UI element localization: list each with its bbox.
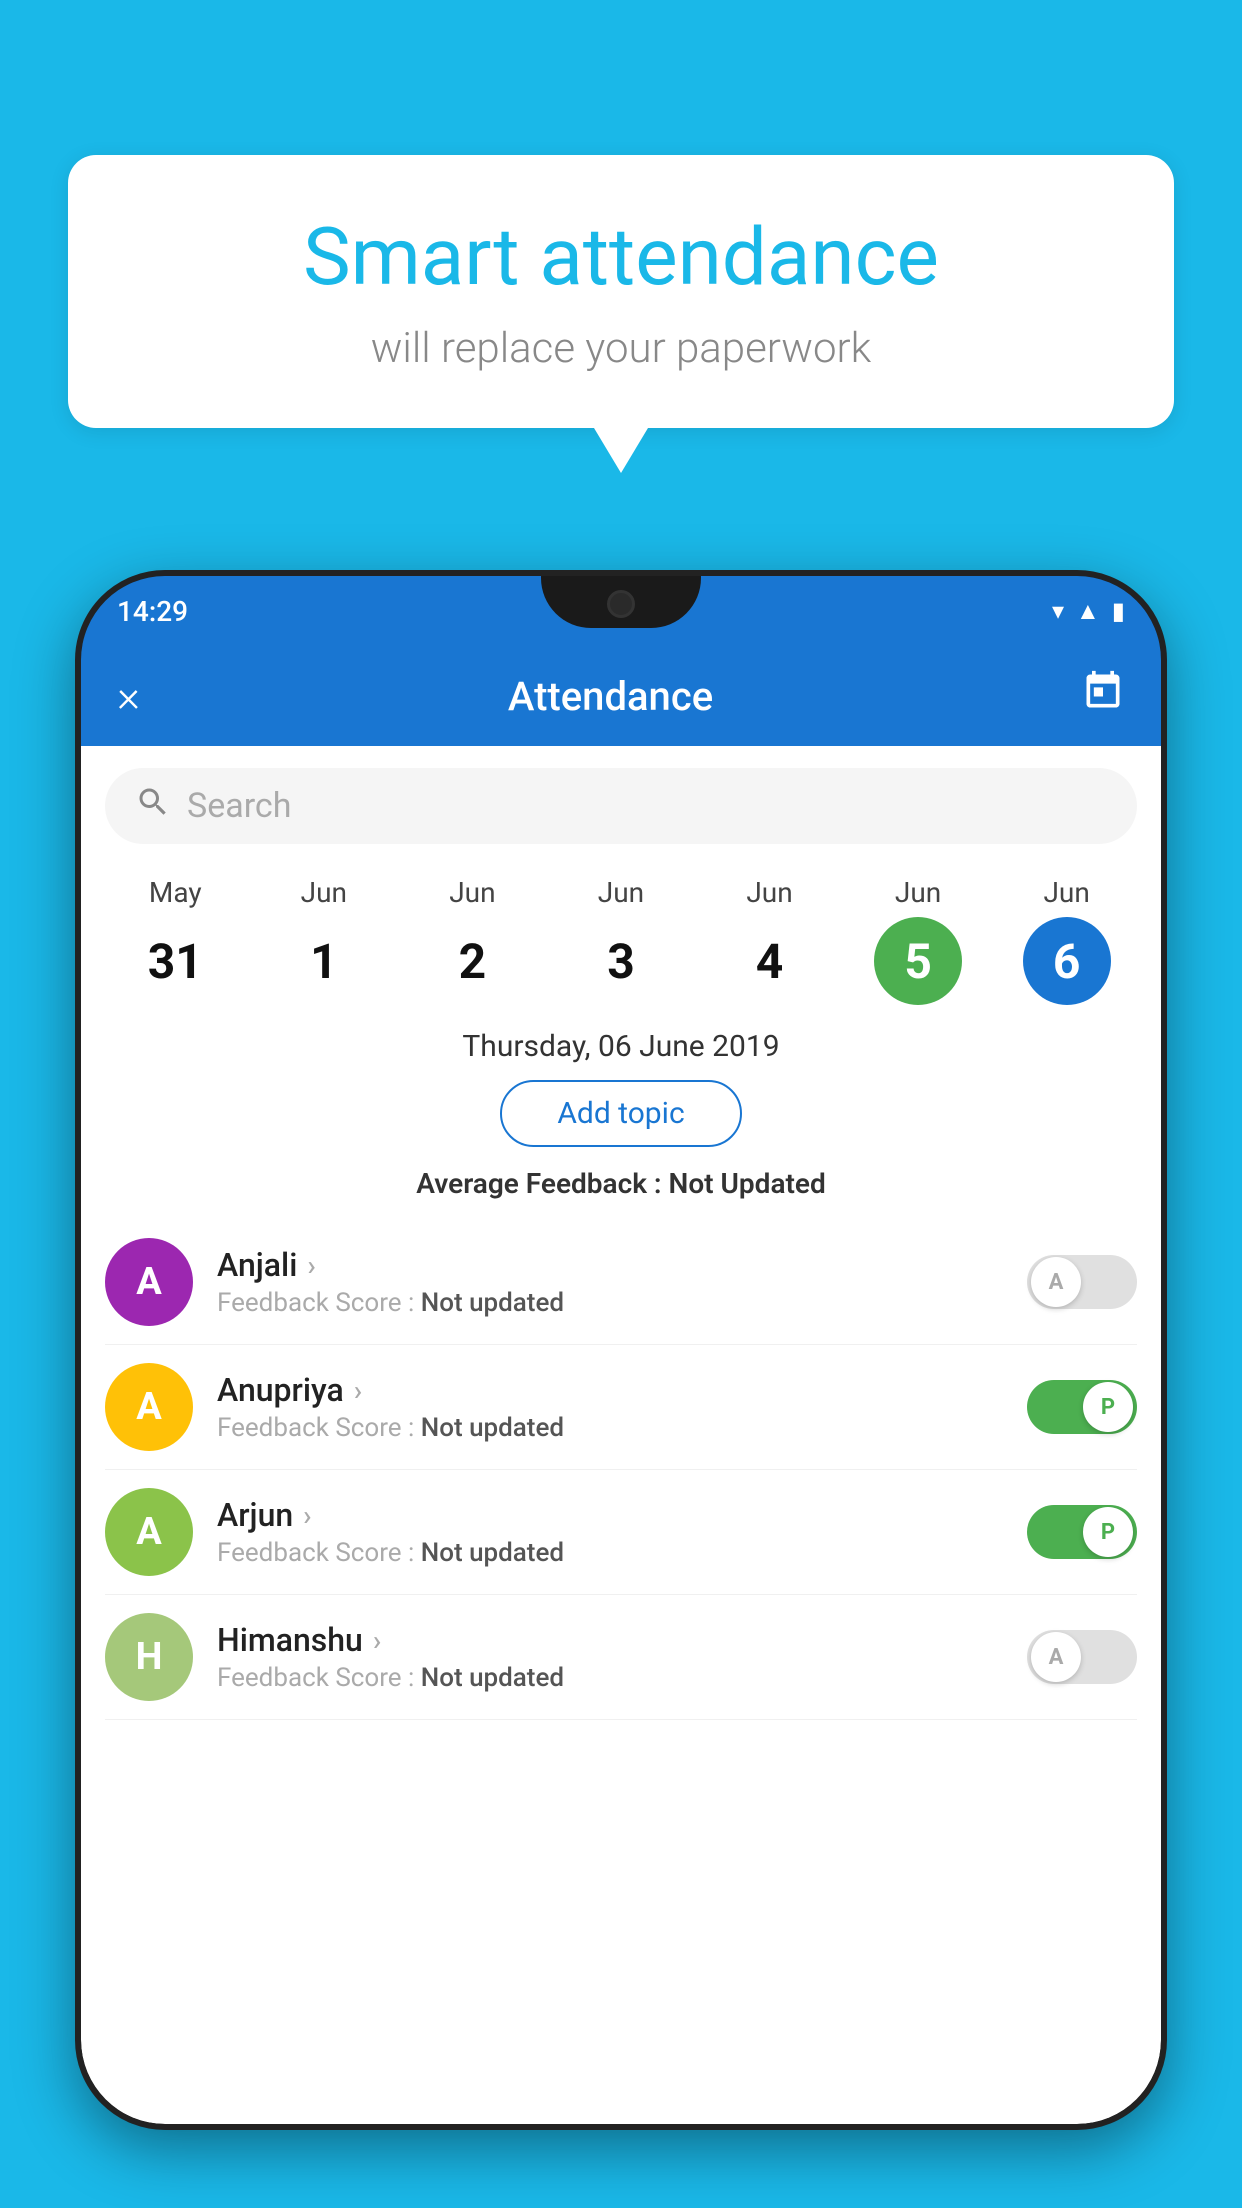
student-name-text: Anjali — [217, 1246, 297, 1284]
calendar-month-label: Jun — [746, 876, 792, 909]
add-topic-button[interactable]: Add topic — [500, 1080, 741, 1147]
student-feedback: Feedback Score : Not updated — [217, 1538, 1003, 1568]
calendar-date-label: 1 — [280, 917, 368, 1005]
search-placeholder: Search — [187, 786, 291, 826]
student-row[interactable]: A Anupriya › Feedback Score : Not updated P — [105, 1345, 1137, 1470]
calendar-date-label: 2 — [428, 917, 516, 1005]
student-name-text: Arjun — [217, 1496, 293, 1534]
chevron-right-icon: › — [354, 1374, 362, 1407]
status-icons: ▾ ▲ ▮ — [1052, 597, 1125, 626]
student-name: Anupriya › — [217, 1371, 1003, 1409]
calendar-date-label: 31 — [131, 917, 219, 1005]
calendar-day[interactable]: May 31 — [115, 876, 235, 1005]
calendar-month-label: Jun — [301, 876, 347, 909]
calendar-month-label: Jun — [1043, 876, 1089, 909]
student-row[interactable]: H Himanshu › Feedback Score : Not updated A — [105, 1595, 1137, 1720]
calendar-month-label: May — [149, 876, 202, 909]
phone-wrapper: 14:29 ▾ ▲ ▮ × Attendance — [75, 570, 1167, 2208]
calendar-date-label: 6 — [1023, 917, 1111, 1005]
student-info: Anjali › Feedback Score : Not updated — [217, 1246, 1003, 1318]
chevron-right-icon: › — [307, 1249, 315, 1282]
avg-feedback-label: Average Feedback : — [416, 1167, 661, 1200]
bubble-title: Smart attendance — [128, 210, 1114, 304]
student-info: Arjun › Feedback Score : Not updated — [217, 1496, 1003, 1568]
calendar-day[interactable]: Jun 6 — [1007, 876, 1127, 1005]
toggle-knob: A — [1031, 1257, 1081, 1307]
student-info: Anupriya › Feedback Score : Not updated — [217, 1371, 1003, 1443]
phone-screen: Search May 31 Jun 1 Jun 2 Jun 3 Jun 4 Jun 5 Jun 6 Thu… — [81, 746, 1161, 2124]
phone-frame: 14:29 ▾ ▲ ▮ × Attendance — [75, 570, 1167, 2130]
feedback-value: Not updated — [421, 1413, 564, 1443]
student-avatar: A — [105, 1488, 193, 1576]
feedback-value: Not updated — [421, 1538, 564, 1568]
calendar-day[interactable]: Jun 5 — [858, 876, 978, 1005]
student-feedback: Feedback Score : Not updated — [217, 1663, 1003, 1693]
calendar-day[interactable]: Jun 4 — [710, 876, 830, 1005]
avg-feedback: Average Feedback : Not Updated — [81, 1167, 1161, 1200]
wifi-icon: ▾ — [1052, 597, 1064, 625]
calendar-icon[interactable] — [1081, 669, 1125, 723]
student-avatar: H — [105, 1613, 193, 1701]
feedback-value: Not updated — [421, 1288, 564, 1318]
chevron-right-icon: › — [303, 1499, 311, 1532]
attendance-toggle[interactable]: P — [1027, 1380, 1137, 1434]
student-feedback: Feedback Score : Not updated — [217, 1413, 1003, 1443]
chevron-right-icon: › — [373, 1624, 381, 1657]
selected-date: Thursday, 06 June 2019 — [81, 1029, 1161, 1064]
toggle-knob: P — [1083, 1382, 1133, 1432]
search-icon — [135, 784, 171, 829]
app-bar: × Attendance — [81, 646, 1161, 746]
calendar-date-label: 5 — [874, 917, 962, 1005]
battery-icon: ▮ — [1112, 597, 1125, 625]
calendar-date-label: 4 — [726, 917, 814, 1005]
student-avatar: A — [105, 1238, 193, 1326]
toggle-knob: A — [1031, 1632, 1081, 1682]
avg-feedback-value: Not Updated — [669, 1167, 826, 1200]
app-bar-title: Attendance — [508, 673, 713, 720]
front-camera — [607, 590, 635, 618]
speech-bubble-wrapper: Smart attendance will replace your paper… — [68, 155, 1174, 428]
phone-notch — [541, 576, 701, 628]
attendance-toggle[interactable]: P — [1027, 1505, 1137, 1559]
signal-icon: ▲ — [1076, 597, 1100, 626]
student-name: Anjali › — [217, 1246, 1003, 1284]
calendar-day[interactable]: Jun 2 — [412, 876, 532, 1005]
student-row[interactable]: A Anjali › Feedback Score : Not updated A — [105, 1220, 1137, 1345]
attendance-toggle[interactable]: A — [1027, 1630, 1137, 1684]
student-name: Arjun › — [217, 1496, 1003, 1534]
student-name-text: Anupriya — [217, 1371, 344, 1409]
close-button[interactable]: × — [117, 670, 140, 722]
calendar-month-label: Jun — [598, 876, 644, 909]
student-info: Himanshu › Feedback Score : Not updated — [217, 1621, 1003, 1693]
calendar-strip: May 31 Jun 1 Jun 2 Jun 3 Jun 4 Jun 5 Jun 6 — [81, 866, 1161, 1005]
status-time: 14:29 — [117, 595, 188, 628]
calendar-date-label: 3 — [577, 917, 665, 1005]
student-avatar: A — [105, 1363, 193, 1451]
student-feedback: Feedback Score : Not updated — [217, 1288, 1003, 1318]
student-list: AAnjali ›Feedback Score : Not updatedAAA… — [81, 1220, 1161, 1720]
toggle-knob: P — [1083, 1507, 1133, 1557]
student-name: Himanshu › — [217, 1621, 1003, 1659]
feedback-value: Not updated — [421, 1663, 564, 1693]
search-bar[interactable]: Search — [105, 768, 1137, 844]
student-row[interactable]: A Arjun › Feedback Score : Not updated P — [105, 1470, 1137, 1595]
student-name-text: Himanshu — [217, 1621, 363, 1659]
speech-bubble: Smart attendance will replace your paper… — [68, 155, 1174, 428]
calendar-day[interactable]: Jun 3 — [561, 876, 681, 1005]
calendar-month-label: Jun — [449, 876, 495, 909]
attendance-toggle[interactable]: A — [1027, 1255, 1137, 1309]
bubble-subtitle: will replace your paperwork — [128, 324, 1114, 373]
calendar-month-label: Jun — [895, 876, 941, 909]
calendar-day[interactable]: Jun 1 — [264, 876, 384, 1005]
